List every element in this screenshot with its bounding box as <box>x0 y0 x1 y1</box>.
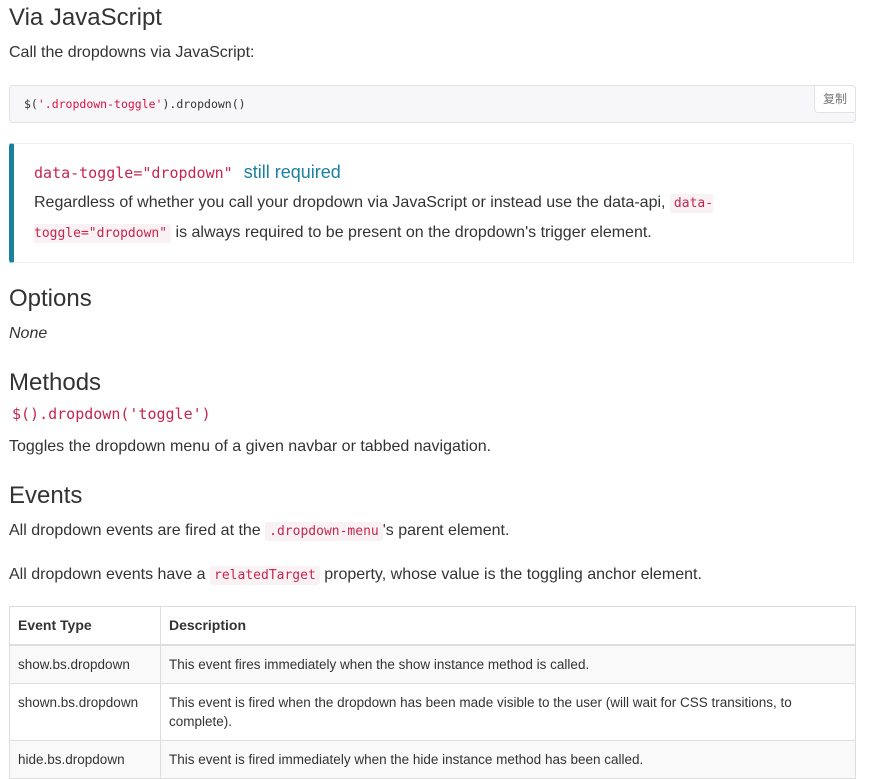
section-heading-options: Options <box>9 285 92 312</box>
callout-title: data-toggle="dropdown" still required <box>34 162 341 183</box>
table-row: shown.bs.dropdown This event is fired wh… <box>9 683 856 741</box>
inline-code: .dropdown-menu <box>265 522 383 541</box>
event-type-cell: shown.bs.dropdown <box>9 683 161 741</box>
code-string: '.dropdown-toggle' <box>37 97 163 111</box>
events-paragraph-1: All dropdown events are fired at the .dr… <box>9 522 510 541</box>
events-table: Event Type Description show.bs.dropdown … <box>9 606 856 779</box>
text-part: All dropdown events are fired at the <box>9 522 261 539</box>
callout-info: data-toggle="dropdown" still required Re… <box>9 143 854 263</box>
text-part: property, whose value is the toggling an… <box>324 566 702 583</box>
code-block: $('.dropdown-toggle').dropdown() 复制 <box>9 85 856 123</box>
events-paragraph-2: All dropdown events have a relatedTarget… <box>9 566 702 585</box>
code-part: ).dropdown() <box>162 97 246 111</box>
section-heading-via-javascript: Via JavaScript <box>9 4 162 31</box>
options-text: None <box>9 325 48 342</box>
section-heading-events: Events <box>9 482 83 509</box>
description-cell: This event is fired immediately when the… <box>160 740 856 779</box>
table-header-row: Event Type Description <box>9 606 856 646</box>
callout-title-code: data-toggle="dropdown" <box>34 164 233 182</box>
callout-title-text: still required <box>243 162 341 182</box>
section-heading-methods: Methods <box>9 369 102 396</box>
callout-text-part: is always required to be present on the … <box>175 224 652 241</box>
code-snippet: $('.dropdown-toggle').dropdown() <box>24 97 246 111</box>
text-part: All dropdown events have a <box>9 566 206 583</box>
callout-text-part: Regardless of whether you call your drop… <box>34 194 666 211</box>
text-part: 's parent element. <box>382 522 510 539</box>
method-description: Toggles the dropdown menu of a given nav… <box>9 438 492 455</box>
description-cell: This event is fired when the dropdown ha… <box>160 683 856 741</box>
table-row: show.bs.dropdown This event fires immedi… <box>9 644 856 684</box>
inline-code: relatedTarget <box>210 566 320 585</box>
via-javascript-intro: Call the dropdowns via JavaScript: <box>9 44 255 61</box>
column-header-description: Description <box>160 606 856 646</box>
code-part: $( <box>24 97 38 111</box>
description-cell: This event fires immediately when the sh… <box>160 644 856 684</box>
callout-text: Regardless of whether you call your drop… <box>34 188 734 248</box>
copy-button[interactable]: 复制 <box>814 86 855 113</box>
event-type-cell: hide.bs.dropdown <box>9 740 161 779</box>
method-signature: $().dropdown('toggle') <box>12 405 211 423</box>
table-row: hide.bs.dropdown This event is fired imm… <box>9 740 856 779</box>
column-header-event-type: Event Type <box>9 606 161 646</box>
event-type-cell: show.bs.dropdown <box>9 644 161 684</box>
